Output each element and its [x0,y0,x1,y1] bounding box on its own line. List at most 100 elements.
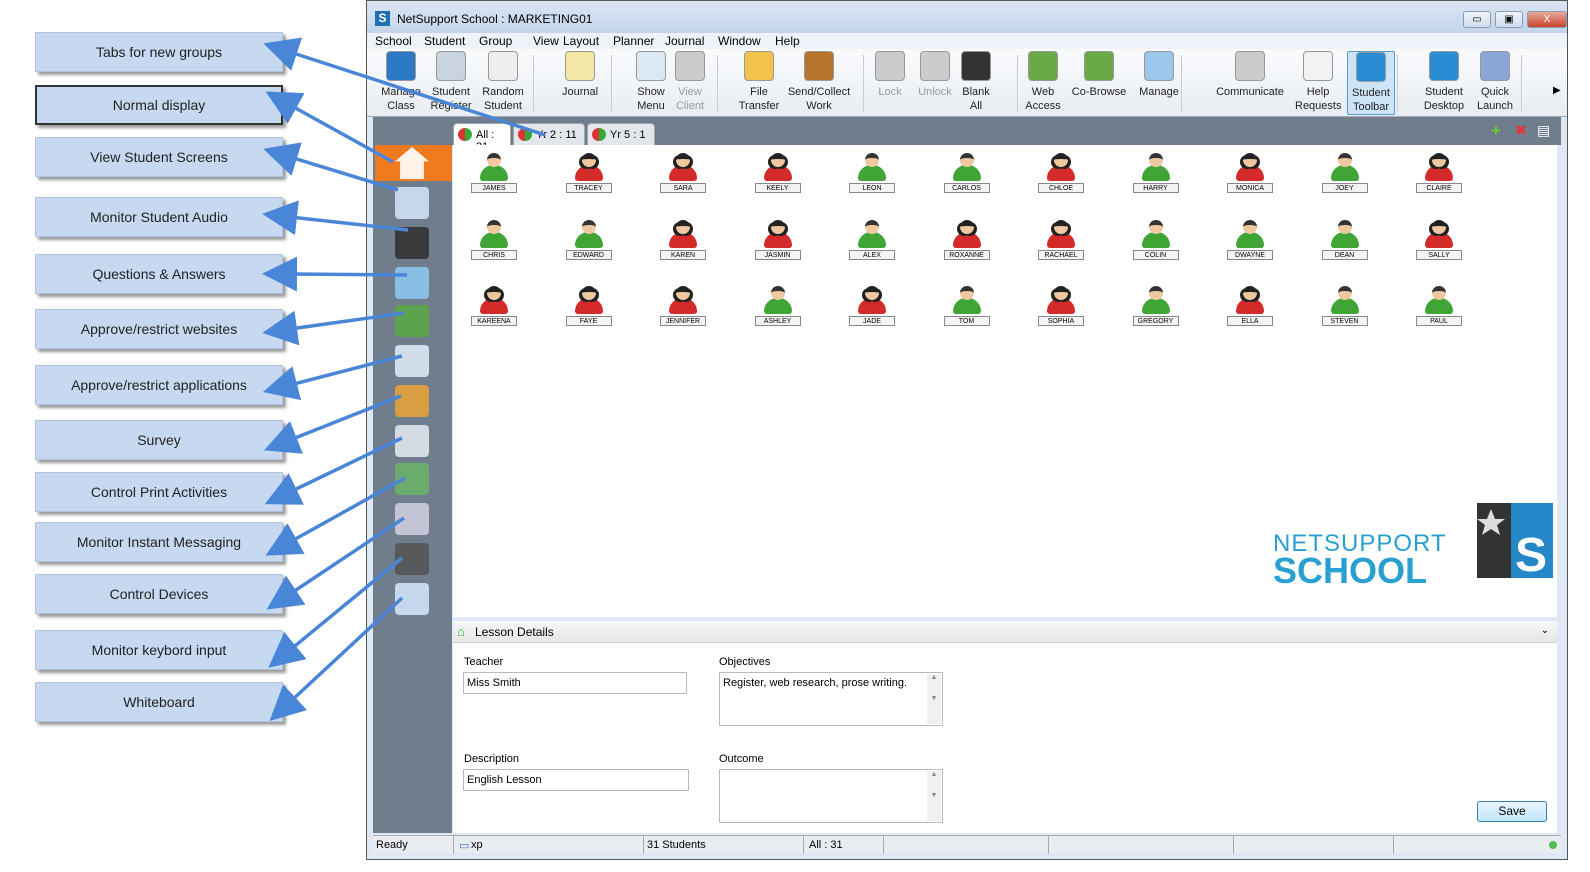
toolbar-communicate-button[interactable]: Communicate [1213,51,1287,115]
menu-journal[interactable]: Journal [665,34,704,48]
menu-school[interactable]: School [375,34,412,48]
toolbar-quick-launch-button[interactable]: Quick Launch [1475,51,1515,115]
student-leon[interactable]: LEON [847,153,897,193]
messaging-icon[interactable] [395,463,429,495]
keyboard-icon[interactable] [395,543,429,575]
student-body [1141,165,1170,181]
student-jasmin[interactable]: JASMIN [753,219,803,260]
student-colin[interactable]: COLIN [1131,219,1181,260]
menu-view[interactable]: View [533,34,559,48]
remove-group-icon[interactable]: ✖ [1515,122,1527,139]
view-client-icon [675,51,705,81]
toolbar-web-access-button[interactable]: Web Access [1023,51,1063,115]
teacher-field[interactable]: Miss Smith [463,672,687,694]
view-screens-icon[interactable] [395,187,429,219]
student-chloe[interactable]: CHLOE [1036,153,1086,193]
toolbar-blank-all-button[interactable]: Blank All [959,51,993,115]
student-tracey[interactable]: TRACEY [564,153,614,193]
toolbar-random-student-button[interactable]: Random Student [479,51,527,115]
student-joey[interactable]: JOEY [1320,153,1370,193]
student-avatar-icon [1432,219,1446,234]
menu-layout[interactable]: Layout [563,34,599,48]
menu-group[interactable]: Group [479,34,512,48]
student-claire[interactable]: CLAIRE [1414,153,1464,193]
toolbar-overflow-icon[interactable]: ▶ [1553,85,1561,96]
toolbar-co-browse-button[interactable]: Co-Browse [1071,51,1127,115]
student-name: KAREENA [471,316,517,326]
student-sophia[interactable]: SOPHIA [1036,286,1086,326]
survey-pie-icon[interactable] [395,385,429,417]
question-icon[interactable] [395,267,429,299]
student-avatar-icon [1054,219,1068,234]
student-gregory[interactable]: GREGORY [1131,286,1181,326]
student-monica[interactable]: MONICA [1225,153,1275,193]
student-tom[interactable]: TOM [942,286,992,326]
whiteboard-icon[interactable] [395,583,429,615]
toolbar-manage-class-button[interactable]: Manage Class [379,51,423,115]
student-carlos[interactable]: CARLOS [942,153,992,193]
description-field[interactable]: English Lesson [463,769,689,791]
student-alex[interactable]: ALEX [847,219,897,260]
student-dwayne[interactable]: DWAYNE [1225,219,1275,260]
student-kareena[interactable]: KAREENA [469,286,519,326]
toolbar-unlock-button[interactable]: Unlock [917,51,953,115]
menu-planner[interactable]: Planner [613,34,654,48]
student-jennifer[interactable]: JENNIFER [658,286,708,326]
outcome-field[interactable]: ▲ ▼ [719,769,943,823]
student-faye[interactable]: FAYE [564,286,614,326]
student-name: STEVEN [1321,316,1368,326]
student-chris[interactable]: CHRIS [469,219,519,260]
student-edward[interactable]: EDWARD [564,219,614,260]
student-roxanne[interactable]: ROXANNE [942,219,992,260]
toolbar-show-menu-button[interactable]: Show Menu [631,51,671,115]
student-rachael[interactable]: RACHAEL [1036,219,1086,260]
maximize-button[interactable]: ▣ [1495,11,1523,28]
student-harry[interactable]: HARRY [1131,153,1181,193]
printer-icon[interactable] [395,425,429,457]
student-keely[interactable]: KEELY [753,153,803,193]
window-title: NetSupport School : MARKETING01 [397,12,593,26]
toolbar-send-collect-work-button[interactable]: Send/Collect Work [785,51,853,115]
toolbar-file-transfer-button[interactable]: File Transfer [737,51,781,115]
student-sally[interactable]: SALLY [1414,219,1464,260]
headphones-icon[interactable] [395,227,429,259]
collapse-chevron-icon[interactable]: ⌄ [1541,625,1549,636]
student-ashley[interactable]: ASHLEY [753,286,803,326]
toolbar-manage-button[interactable]: Manage [1137,51,1181,115]
toolbar-student-toolbar-button[interactable]: Student Toolbar [1347,51,1395,115]
toolbar-help-requests-button[interactable]: Help Requests [1295,51,1341,115]
student-karen[interactable]: KAREN [658,219,708,260]
menu-student[interactable]: Student [424,34,465,48]
add-group-icon[interactable]: + [1491,121,1501,141]
group-tab[interactable]: Yr 2 : 11 [513,123,585,145]
applications-icon[interactable] [395,345,429,377]
student-body [1141,231,1170,248]
objectives-field[interactable]: Register, web research, prose writing. ▲ ▼ [719,672,943,726]
group-view-icon[interactable]: ▤ [1537,122,1550,139]
close-button[interactable]: X [1527,11,1567,28]
toolbar-journal-button[interactable]: Journal [557,51,603,115]
student-dean[interactable]: DEAN [1320,219,1370,260]
student-avatar-icon [865,219,879,234]
student-james[interactable]: JAMES [469,153,519,193]
devices-icon[interactable] [395,503,429,535]
menu-window[interactable]: Window [718,34,761,48]
student-ella[interactable]: ELLA [1225,286,1275,326]
student-sara[interactable]: SARA [658,153,708,193]
minimize-button[interactable]: ▭ [1463,11,1491,28]
toolbar-student-register-button[interactable]: Student Register [429,51,473,115]
toolbar-lock-button[interactable]: Lock [875,51,905,115]
outcome-scrollbar[interactable]: ▲ ▼ [927,771,941,821]
globe-icon[interactable] [395,305,429,337]
toolbar-separator [863,55,864,111]
save-button[interactable]: Save [1477,801,1547,822]
student-paul[interactable]: PAUL [1414,286,1464,326]
student-steven[interactable]: STEVEN [1320,286,1370,326]
toolbar-student-desktop-button[interactable]: Student Desktop [1421,51,1467,115]
menu-help[interactable]: Help [775,34,800,48]
student-jade[interactable]: JADE [847,286,897,326]
group-tab[interactable]: Yr 5 : 1 [587,123,655,145]
objectives-scrollbar[interactable]: ▲ ▼ [927,674,941,724]
toolbar-view-client-button[interactable]: View Client [671,51,709,115]
group-tab[interactable]: All : 31 [453,123,511,153]
